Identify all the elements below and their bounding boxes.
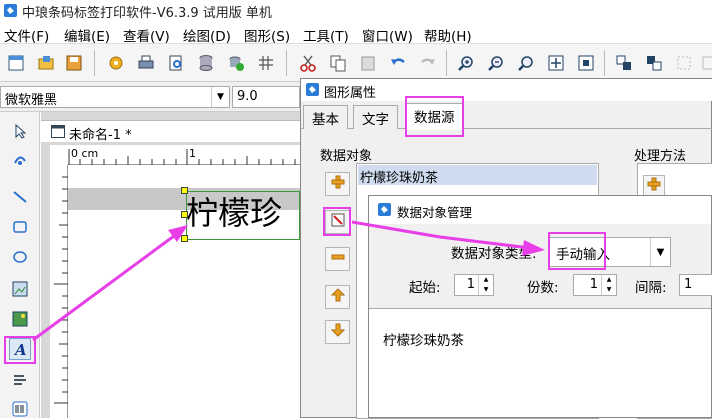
annotation-arrows [32,220,545,342]
